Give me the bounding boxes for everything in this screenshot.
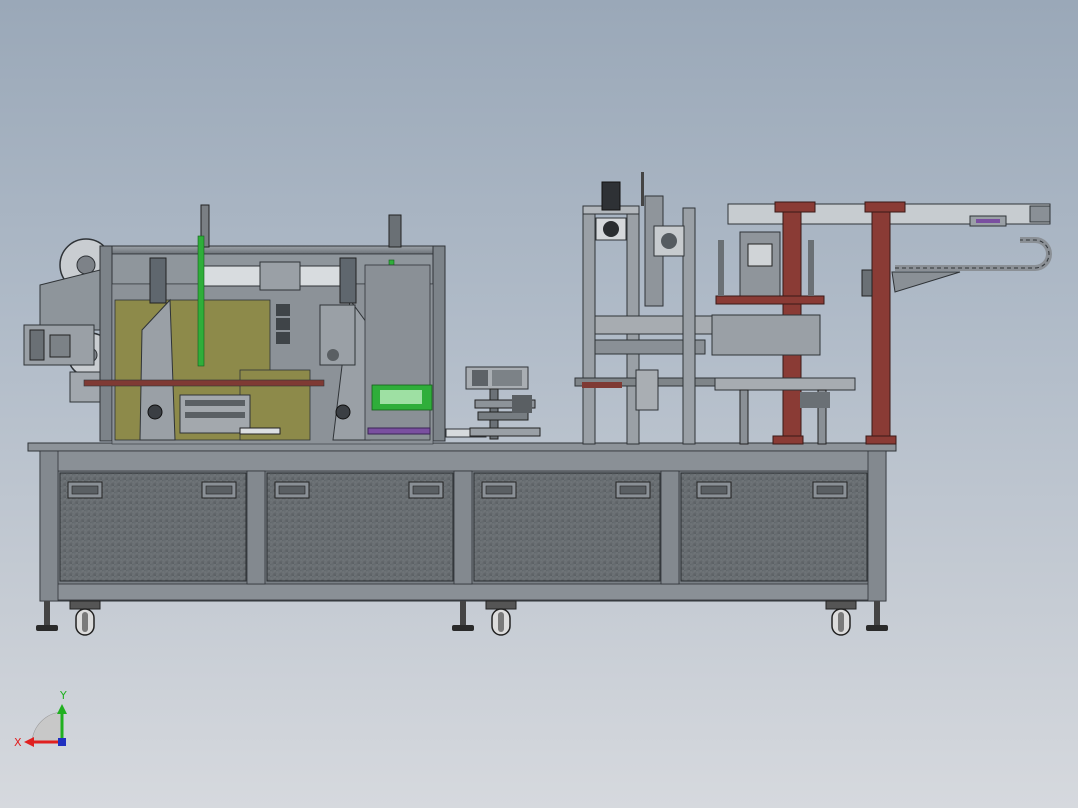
machine-assembly-drawing: Y X [14, 172, 1052, 749]
caster-wheel-right [825, 600, 857, 636]
left-reel-unwinder [23, 238, 113, 403]
cabinet-door-1 [59, 472, 247, 582]
caster-wheel-left [69, 600, 101, 636]
cabinet-door-4 [680, 472, 868, 582]
leveling-foot-left [36, 601, 58, 631]
coordinate-triad: Y X [14, 689, 67, 749]
leveling-foot-center [452, 601, 474, 631]
x-axis-label: X [14, 736, 22, 749]
caster-wheel-center [485, 600, 517, 636]
vertical-screw-axis [635, 172, 696, 445]
y-axis-label: Y [59, 689, 67, 702]
z-axis-marker [58, 738, 66, 746]
gantry-carriage [715, 231, 825, 305]
cabinet-door-2 [266, 472, 454, 582]
leveling-foot-right [866, 601, 888, 631]
cad-viewport[interactable]: Y X [0, 0, 1078, 808]
red-column-right [864, 201, 906, 445]
cabinet-door-3 [473, 472, 661, 582]
center-indexing-fixture [465, 366, 541, 440]
green-guide-rod-left [197, 235, 205, 367]
